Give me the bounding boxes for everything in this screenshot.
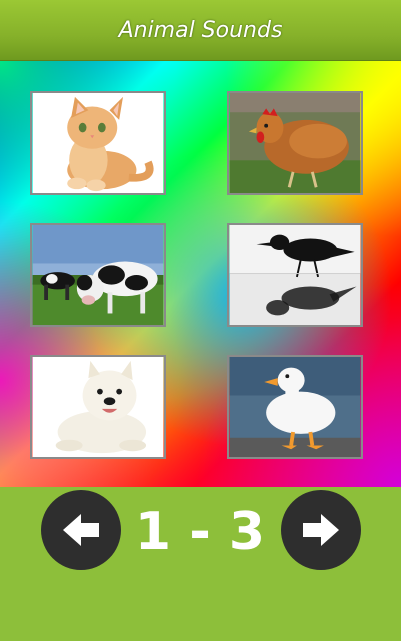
cat-image — [32, 93, 164, 193]
dog-image — [32, 357, 164, 457]
prev-page-button[interactable] — [41, 490, 121, 570]
title-bar: Animal Sounds — [0, 0, 401, 61]
app-title: Animal Sounds — [118, 17, 283, 43]
animal-tile-duck[interactable] — [227, 355, 363, 459]
animal-tile-chicken[interactable] — [227, 91, 363, 195]
cow-image — [32, 225, 164, 325]
next-page-button[interactable] — [281, 490, 361, 570]
animal-tile-cow[interactable] — [30, 223, 166, 327]
arrow-left-icon — [63, 514, 99, 546]
crow-image — [229, 225, 361, 325]
arrow-right-icon — [303, 514, 339, 546]
animal-tile-dog[interactable] — [30, 355, 166, 459]
chicken-image — [229, 93, 361, 193]
pager-bar: 1 - 3 — [0, 487, 401, 641]
animal-tile-crow[interactable] — [227, 223, 363, 327]
animal-grid — [0, 61, 401, 487]
duck-image — [229, 357, 361, 457]
page-indicator: 1 - 3 — [134, 502, 266, 562]
animal-tile-cat[interactable] — [30, 91, 166, 195]
